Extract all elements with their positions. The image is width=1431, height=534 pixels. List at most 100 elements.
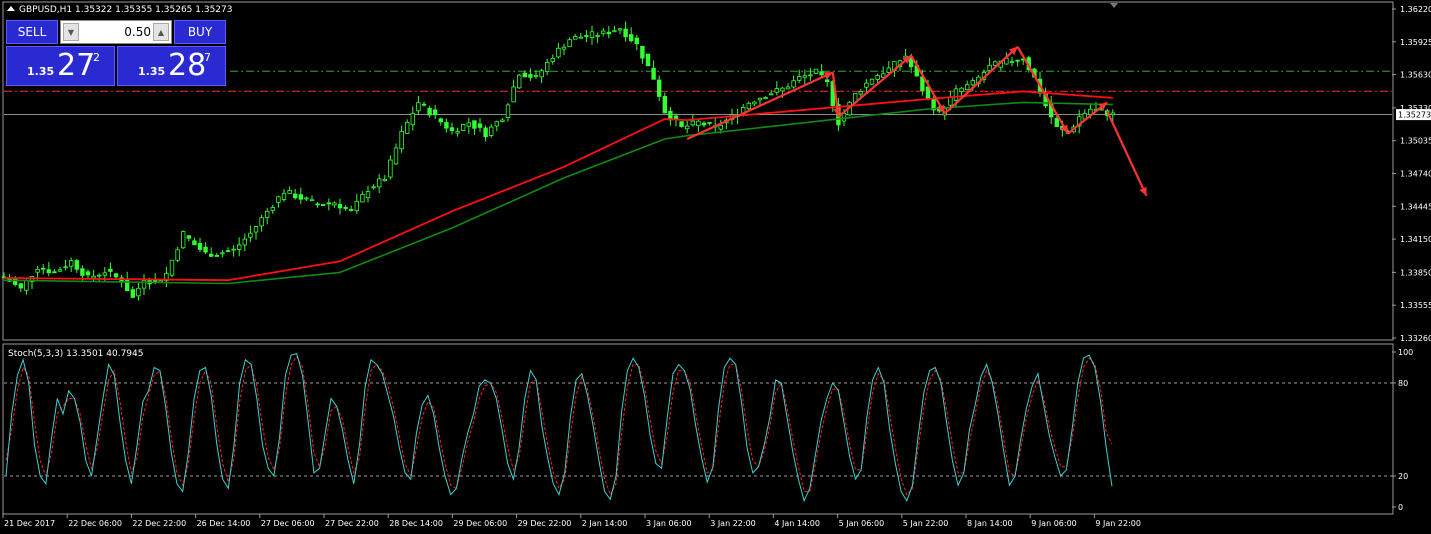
candle-body <box>757 97 763 101</box>
candle-body <box>634 37 639 45</box>
buy-price-pips: 28 <box>168 48 207 83</box>
volume-input[interactable] <box>81 23 151 41</box>
candle-body <box>416 102 421 112</box>
volume-decrease-icon[interactable]: ▼ <box>63 23 79 41</box>
candle-body <box>556 47 561 58</box>
candle-body <box>774 88 779 93</box>
candle-body <box>1054 118 1059 127</box>
time-tick-label: 5 Jan 22:00 <box>903 519 949 528</box>
trend-arrow-line <box>686 71 834 141</box>
candle-body <box>819 71 824 76</box>
candle-body <box>315 203 320 206</box>
candle-body <box>97 274 102 277</box>
candle-body <box>259 217 264 227</box>
candle-body <box>348 209 354 211</box>
price-tick-label: 1.35630 <box>1400 71 1431 80</box>
time-tick-label: 4 Jan 14:00 <box>774 519 820 528</box>
sell-button[interactable]: SELL <box>6 20 58 44</box>
candle-body <box>623 28 628 38</box>
stoch-tick-label: 100 <box>1398 348 1413 357</box>
candle-body <box>276 196 281 203</box>
trend-arrow-line <box>1106 110 1148 197</box>
candle-body <box>825 79 830 82</box>
candle-body <box>488 126 494 136</box>
candle-body <box>360 194 365 203</box>
candle-body <box>220 252 225 255</box>
volume-increase-icon[interactable]: ▲ <box>153 23 169 41</box>
candle-body <box>85 271 91 276</box>
stoch-main-line <box>5 352 1113 503</box>
time-tick-label: 22 Dec 22:00 <box>132 519 186 528</box>
candle-body <box>505 104 511 118</box>
candle-body <box>208 253 214 257</box>
time-tick-label: 9 Jan 22:00 <box>1095 519 1141 528</box>
candle-body <box>685 125 690 130</box>
candle-body <box>679 121 684 127</box>
trend-arrow-line <box>837 54 912 118</box>
candle-body <box>550 57 555 62</box>
candle-body <box>343 207 348 209</box>
candle-body <box>959 87 964 93</box>
chart-shift-marker-icon[interactable] <box>1110 3 1118 8</box>
slow-moving-average <box>3 101 1113 285</box>
candle-body <box>1009 61 1015 63</box>
candle-body <box>578 36 583 39</box>
candle-body <box>248 232 253 238</box>
price-tick-label: 1.34150 <box>1400 235 1431 244</box>
candle-body <box>629 34 634 42</box>
time-tick-label: 9 Jan 06:00 <box>1031 519 1077 528</box>
buy-button[interactable]: BUY <box>174 20 226 44</box>
sell-price-pips: 27 <box>57 48 96 83</box>
candle-body <box>645 53 651 67</box>
current-price-label: 1.35273 <box>1398 111 1431 120</box>
candle-body <box>545 61 550 72</box>
candle-body <box>292 193 298 199</box>
time-tick-label: 5 Jan 06:00 <box>839 519 885 528</box>
candle-body <box>108 268 113 272</box>
candle-body <box>298 194 303 200</box>
candle-body <box>427 107 432 116</box>
candle-body <box>236 244 242 250</box>
candle-body <box>539 70 544 78</box>
candle-body <box>769 93 774 96</box>
time-axis: 21 Dec 2017 22 Dec 06:00 22 Dec 22:00 26 De… <box>2 514 1141 528</box>
candle-body <box>651 67 656 80</box>
candle-body <box>606 31 611 35</box>
candle-body <box>46 269 51 274</box>
stochastic-title: Stoch(5,3,3) 13.3501 40.7945 <box>8 349 143 359</box>
candle-body <box>175 249 180 261</box>
candle-body <box>270 207 275 211</box>
candle-body <box>371 186 376 189</box>
stoch-tick-label: 20 <box>1398 472 1408 481</box>
time-tick-label: 8 Jan 14:00 <box>967 519 1013 528</box>
candle-body <box>763 97 768 100</box>
candle-body <box>130 289 135 298</box>
candle-body <box>595 35 600 37</box>
sell-price-button[interactable]: 1.35 27 2 <box>6 46 115 86</box>
candle-body <box>780 87 785 92</box>
time-tick-label: 29 Dec 22:00 <box>518 519 572 528</box>
buy-price-button[interactable]: 1.35 28 7 <box>117 46 226 86</box>
volume-control: ▼ ▲ <box>60 20 172 44</box>
candle-body <box>337 204 343 209</box>
one-click-trading-panel: SELL ▼ ▲ BUY 1.35 27 2 1.35 28 7 <box>6 20 226 86</box>
candle-body <box>797 76 802 81</box>
candle-body <box>287 190 292 194</box>
candle-body <box>466 122 471 127</box>
price-tick-label: 1.33260 <box>1400 334 1431 343</box>
candle-body <box>617 28 623 31</box>
time-tick-label: 26 Dec 14:00 <box>197 519 251 528</box>
buy-price-fraction: 7 <box>204 51 211 64</box>
candle-body <box>953 88 959 101</box>
candle-body <box>432 109 438 116</box>
candle-body <box>57 269 63 272</box>
candle-body <box>444 122 449 129</box>
collapse-triangle-icon[interactable] <box>7 6 15 11</box>
price-tick-label: 1.33850 <box>1400 268 1431 277</box>
candle-body <box>410 113 415 126</box>
candle-body <box>326 202 331 205</box>
candle-body <box>52 271 57 274</box>
moving-averages <box>3 90 1113 285</box>
buy-price-prefix: 1.35 <box>138 65 166 78</box>
stoch-tick-label: 0 <box>1398 503 1403 512</box>
